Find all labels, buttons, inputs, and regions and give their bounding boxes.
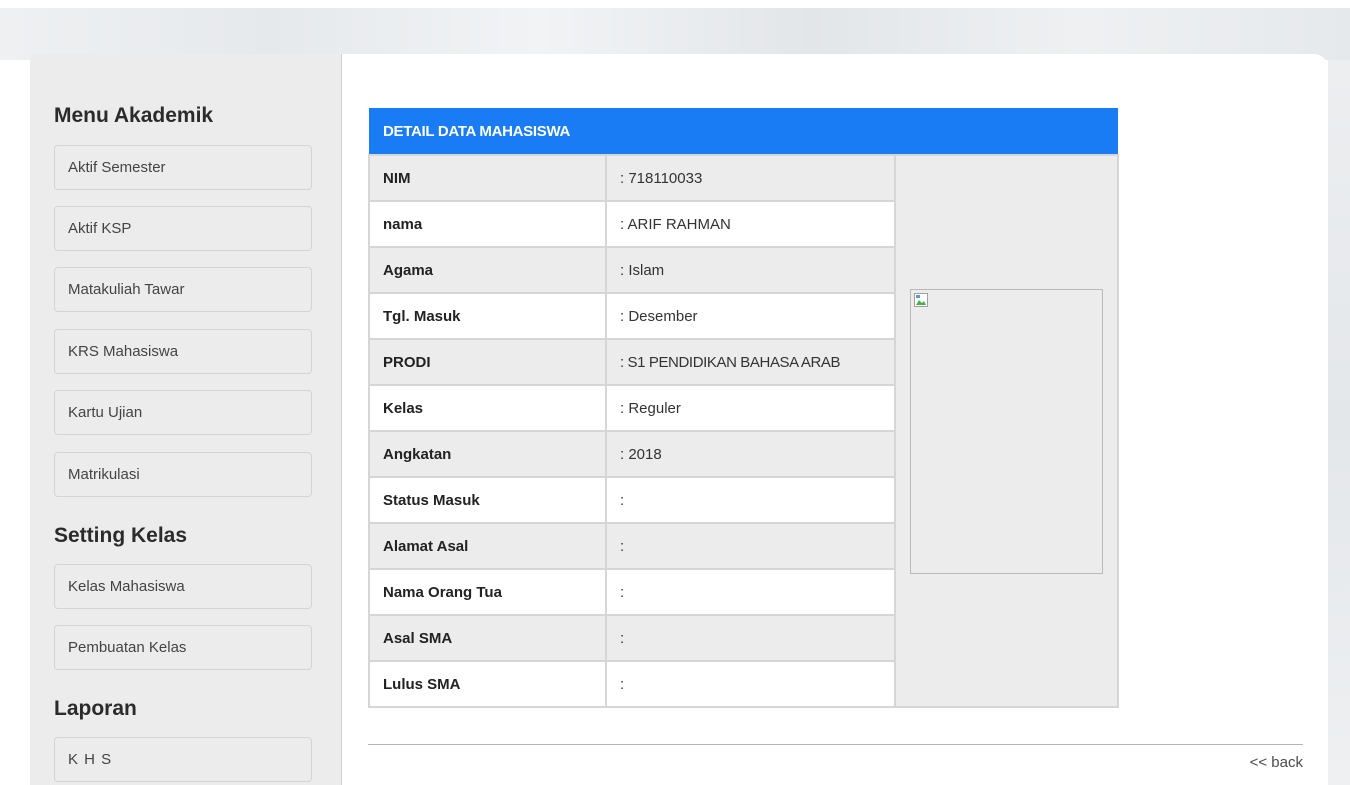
page-top-strip [0, 0, 1350, 8]
detail-label: Nama Orang Tua [368, 568, 607, 616]
menu-item-kelas-mahasiswa[interactable]: Kelas Mahasiswa [54, 564, 312, 609]
detail-value: : Reguler [605, 384, 896, 432]
detail-label: Agama [368, 246, 607, 294]
detail-value: : [605, 614, 896, 662]
detail-value: : 718110033 [605, 154, 896, 202]
menu-item-matrikulasi[interactable]: Matrikulasi [54, 452, 312, 497]
detail-row-nim: NIM : 718110033 [368, 154, 1120, 708]
detail-value: : [605, 568, 896, 616]
detail-label: Status Masuk [368, 476, 607, 524]
student-detail-table: DETAIL DATA MAHASISWA NIM : 718110033 na… [368, 108, 1120, 708]
detail-value: : S1 PENDIDIKAN BAHASA ARAB [605, 338, 896, 386]
menu-item-pembuatan-kelas[interactable]: Pembuatan Kelas [54, 625, 312, 670]
detail-table-title: DETAIL DATA MAHASISWA [369, 108, 1119, 155]
back-link[interactable]: << back [1250, 754, 1303, 771]
detail-value: : Desember [605, 292, 896, 340]
menu-item-kartu-ujian[interactable]: Kartu Ujian [54, 390, 312, 435]
detail-value: : [605, 660, 896, 708]
page-background-band [0, 0, 1350, 60]
menu-item-matakuliah-tawar[interactable]: Matakuliah Tawar [54, 267, 312, 312]
detail-label: nama [368, 200, 607, 248]
detail-value: : [605, 476, 896, 524]
detail-label: Kelas [368, 384, 607, 432]
page-background-edge [1328, 60, 1350, 785]
menu-item-krs-mahasiswa[interactable]: KRS Mahasiswa [54, 329, 312, 374]
detail-value: : [605, 522, 896, 570]
detail-label: PRODI [368, 338, 607, 386]
detail-label: NIM [368, 154, 607, 202]
menu-heading-laporan: Laporan [54, 697, 137, 720]
menu-heading-setting-kelas: Setting Kelas [54, 524, 188, 547]
detail-label: Angkatan [368, 430, 607, 478]
detail-label: Lulus SMA [368, 660, 607, 708]
broken-image-icon [914, 292, 929, 307]
menu-item-aktif-semester[interactable]: Aktif Semester [54, 145, 312, 190]
detail-value: : ARIF RAHMAN [605, 200, 896, 248]
detail-value: : 2018 [605, 430, 896, 478]
content-divider [368, 744, 1303, 745]
student-photo [910, 288, 1104, 574]
menu-heading-akademik: Menu Akademik [54, 104, 214, 127]
menu-item-aktif-ksp[interactable]: Aktif KSP [54, 206, 312, 251]
detail-label: Asal SMA [368, 614, 607, 662]
student-photo-cell [893, 154, 1120, 708]
detail-label: Alamat Asal [368, 522, 607, 570]
menu-item-khs[interactable]: K H S [54, 737, 312, 782]
detail-value: : Islam [605, 246, 896, 294]
detail-label: Tgl. Masuk [368, 292, 607, 340]
